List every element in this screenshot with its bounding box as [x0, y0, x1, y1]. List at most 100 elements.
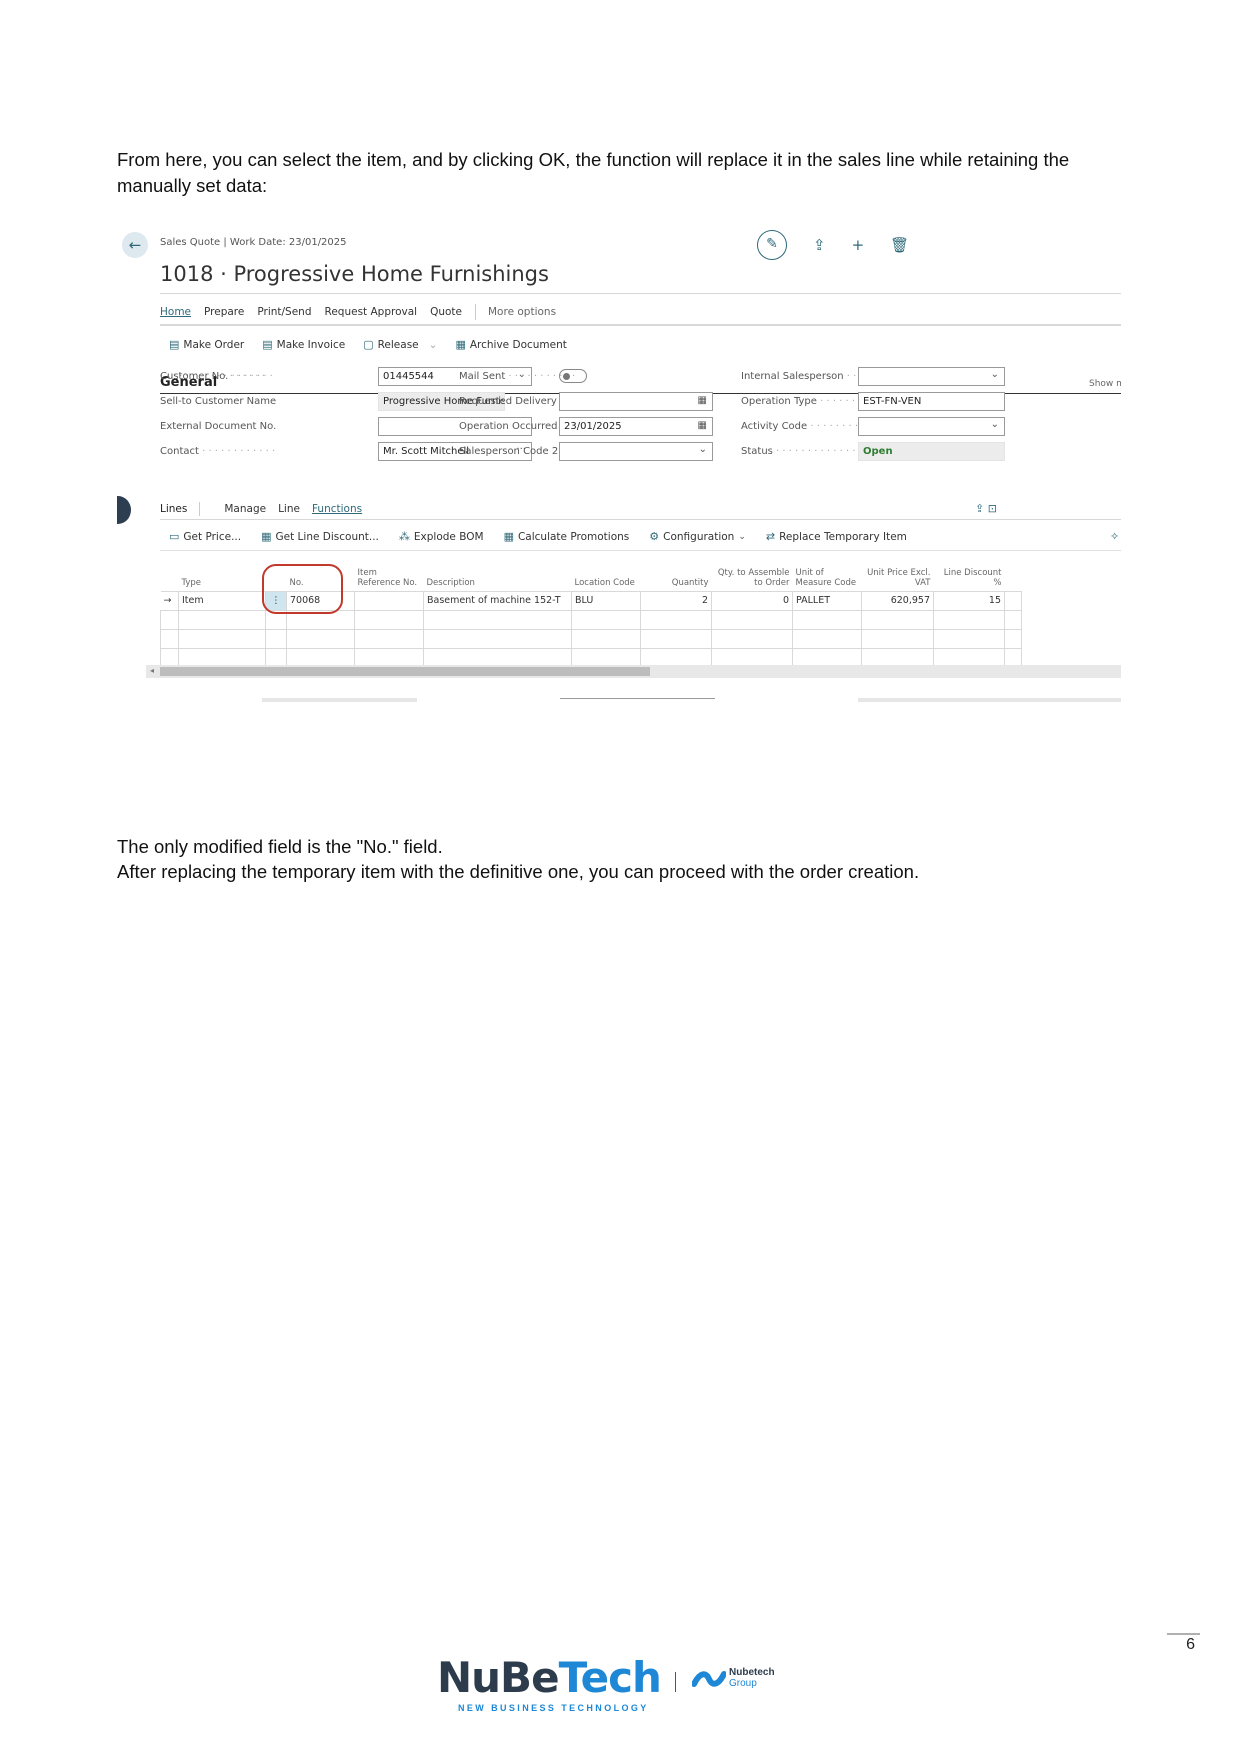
menu-quote[interactable]: Quote: [430, 306, 462, 320]
cell-item-reference[interactable]: [354, 590, 424, 611]
release-dropdown-chevron-icon[interactable]: ⌄: [429, 339, 438, 351]
lines-share-icon[interactable]: ⇪ ⊡: [975, 502, 997, 515]
factbox-toggle[interactable]: [117, 496, 131, 524]
logo-tagline: NEW BUSINESS TECHNOLOGY: [458, 1703, 649, 1713]
col-type[interactable]: Type: [179, 556, 266, 591]
scrollbar-thumb[interactable]: [160, 667, 650, 676]
operation-type-field[interactable]: EST-FN-VEN: [858, 392, 1005, 411]
cropped-field: [560, 698, 715, 702]
no-field-highlight: [262, 564, 343, 614]
activity-code-field[interactable]: ⌄: [858, 417, 1005, 436]
get-line-discount-button[interactable]: ▦ Get Line Discount...: [261, 530, 379, 543]
archive-document-button[interactable]: ▦ Archive Document: [455, 338, 566, 351]
replace-temporary-item-button[interactable]: ⇄ Replace Temporary Item: [766, 530, 907, 543]
col-qty-to-assemble[interactable]: Qty. to Assemble to Order: [712, 556, 793, 591]
menu-home[interactable]: Home: [160, 306, 191, 320]
sales-quote-screenshot: ← Sales Quote | Work Date: 23/01/2025 10…: [117, 222, 1121, 784]
tab-lines[interactable]: Lines: [160, 503, 187, 515]
menu-prepare[interactable]: Prepare: [204, 306, 244, 320]
operation-occurred-date-field[interactable]: 23/01/2025 ▦: [559, 417, 713, 436]
menu-divider: [475, 304, 476, 320]
salesperson-code-2-field[interactable]: ⌄: [559, 442, 713, 461]
cell-line-discount[interactable]: 15: [933, 590, 1005, 611]
page-number-rule: [1167, 1633, 1200, 1635]
logo-divider: [675, 1672, 676, 1692]
release-button[interactable]: ▢ Release ⌄: [363, 338, 437, 351]
mail-sent-toggle[interactable]: [559, 369, 587, 383]
back-arrow-icon[interactable]: ←: [122, 232, 148, 258]
intro-paragraph: From here, you can select the item, and …: [117, 149, 1070, 196]
calendar-icon[interactable]: ▦: [698, 395, 707, 406]
edit-pencil-icon[interactable]: ✎: [757, 230, 787, 260]
col-unit-price[interactable]: Unit Price Excl. VAT: [862, 556, 934, 591]
tab-line[interactable]: Line: [278, 503, 300, 515]
explode-bom-button[interactable]: ⁂ Explode BOM: [399, 530, 484, 543]
lines-rule: [160, 519, 1121, 520]
cell-quantity[interactable]: 2: [640, 590, 712, 611]
get-price-button[interactable]: ▭ Get Price...: [169, 530, 241, 543]
status-field: Open: [858, 442, 1005, 461]
cell-type[interactable]: Item: [178, 590, 266, 611]
internal-salesperson-field[interactable]: ⌄: [858, 367, 1005, 386]
table-rule: [160, 550, 1121, 551]
price-icon: ▭: [169, 530, 180, 543]
share-icon[interactable]: ⇪: [813, 236, 826, 254]
menu-request-approval[interactable]: Request Approval: [325, 306, 418, 320]
new-plus-icon[interactable]: +: [852, 236, 865, 254]
chevron-down-icon[interactable]: ⌄: [991, 369, 999, 380]
pin-icon[interactable]: ✧: [1110, 530, 1119, 543]
col-item-reference-no[interactable]: Item Reference No.: [355, 556, 424, 591]
external-document-no-label: External Document No.: [160, 421, 276, 432]
col-quantity[interactable]: Quantity: [641, 556, 712, 591]
discount-icon: ▦: [261, 530, 272, 543]
make-order-button[interactable]: ▤ Make Order: [169, 338, 244, 351]
calendar-icon[interactable]: ▦: [698, 420, 707, 431]
cell-uom[interactable]: PALLET: [792, 590, 862, 611]
document-icon: ▤: [169, 338, 180, 351]
outro-line-1: The only modified field is the "No." fie…: [117, 836, 443, 857]
col-line-discount[interactable]: Line Discount %: [934, 556, 1005, 591]
delete-icon[interactable]: 🗑: [890, 236, 909, 254]
make-invoice-button[interactable]: ▤ Make Invoice: [262, 338, 345, 351]
chevron-down-icon: ⌄: [738, 531, 746, 542]
release-icon: ▢: [363, 338, 374, 351]
mail-sent-label: Mail Sent: [459, 371, 575, 382]
scroll-left-icon[interactable]: ◂: [150, 666, 154, 675]
row-arrow-icon: →: [160, 590, 179, 611]
cell-location[interactable]: BLU: [571, 590, 641, 611]
cell-unit-price[interactable]: 620,957: [861, 590, 934, 611]
table-row[interactable]: [160, 628, 1022, 649]
page-number: 6: [1186, 1636, 1195, 1653]
menu-print-send[interactable]: Print/Send: [257, 306, 311, 320]
menu-more-options[interactable]: More options: [488, 306, 556, 320]
status-label: Status: [741, 446, 857, 457]
show-more-link[interactable]: Show mo: [1089, 379, 1121, 389]
operation-occurred-date-label: Operation Occurred Da...: [459, 421, 575, 432]
tab-functions[interactable]: Functions: [312, 503, 362, 515]
action-bar: ▤ Make Order ▤ Make Invoice ▢ Release ⌄ ▦ Arc…: [169, 338, 585, 351]
breadcrumb: Sales Quote | Work Date: 23/01/2025: [160, 237, 347, 248]
logo-wordmark: NuBeTech: [437, 1653, 662, 1702]
col-location-code[interactable]: Location Code: [572, 556, 641, 591]
tab-manage[interactable]: Manage: [224, 503, 266, 515]
operation-type-label: Operation Type: [741, 396, 857, 407]
divider: [160, 325, 1121, 326]
requested-delivery-date-field[interactable]: ▦: [559, 392, 713, 411]
cell-description[interactable]: Basement of machine 152-T: [423, 590, 572, 611]
cell-qty-assemble[interactable]: 0: [711, 590, 793, 611]
outro-line-2: After replacing the temporary item with …: [117, 861, 920, 882]
salesperson-code-2-label: Salesperson Code 2: [459, 446, 575, 457]
divider: [160, 293, 1121, 294]
sell-to-customer-name-label: Sell-to Customer Name: [160, 396, 276, 407]
col-description[interactable]: Description: [424, 556, 572, 591]
group-name: Nubetech: [729, 1667, 775, 1678]
chevron-down-icon[interactable]: ⌄: [699, 444, 707, 455]
configuration-button[interactable]: ⚙ Configuration ⌄: [649, 530, 746, 543]
replace-icon: ⇄: [765, 530, 776, 543]
calculate-promotions-button[interactable]: ▦ Calculate Promotions: [504, 530, 630, 543]
customer-no-label: Customer No.: [160, 371, 276, 382]
chevron-down-icon[interactable]: ⌄: [991, 419, 999, 430]
col-unit-of-measure[interactable]: Unit of Measure Code: [793, 556, 862, 591]
lines-action-bar: ▭ Get Price... ▦ Get Line Discount... ⁂ Exp…: [169, 530, 927, 543]
activity-code-label: Activity Code: [741, 421, 857, 432]
